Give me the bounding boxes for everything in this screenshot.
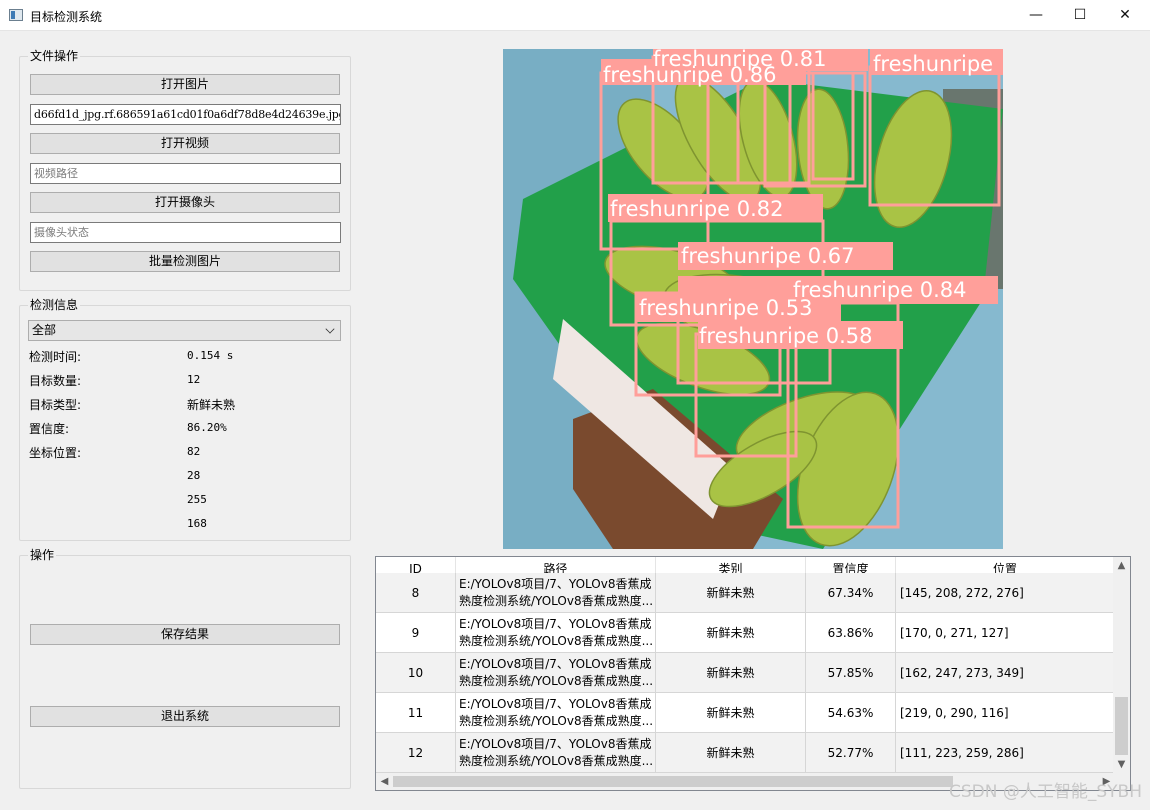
coord-ymax: 168 <box>187 517 207 530</box>
target-type-label: 目标类型: <box>29 398 82 412</box>
batch-detect-button[interactable]: 批量检测图片 <box>30 251 340 272</box>
scroll-up-icon[interactable]: ▲ <box>1113 557 1130 574</box>
cell-class: 新鲜未熟 <box>656 573 806 613</box>
cell-class: 新鲜未熟 <box>656 733 806 773</box>
horizontal-scroll-thumb[interactable] <box>393 776 953 787</box>
cell-confidence: 67.34% <box>806 573 896 613</box>
detect-time-value: 0.154 s <box>187 349 234 362</box>
vertical-scrollbar[interactable]: ▲ ▼ <box>1113 557 1130 773</box>
app-icon <box>9 9 23 21</box>
cell-path-line1: E:/YOLOv8项目/7、YOLOv8香蕉成 <box>459 697 652 711</box>
coord-xmax: 255 <box>187 493 207 506</box>
cell-confidence: 52.77% <box>806 733 896 773</box>
cell-id: 12 <box>376 733 456 773</box>
cell-path-line1: E:/YOLOv8项目/7、YOLOv8香蕉成 <box>459 737 652 751</box>
cell-confidence: 57.85% <box>806 653 896 693</box>
cell-class: 新鲜未熟 <box>656 653 806 693</box>
cell-position: [111, 223, 259, 286] <box>896 733 1115 773</box>
vertical-scroll-thumb[interactable] <box>1115 697 1128 755</box>
detection-image-canvas: freshunripe 0.86 freshunripe 0.81 freshu… <box>503 49 1003 549</box>
coord-xmin: 82 <box>187 445 201 458</box>
label-text-6: freshunripe 0.84 <box>793 278 967 302</box>
cell-path: E:/YOLOv8项目/7、YOLOv8香蕉成 熟度检测系统/YOLOv8香蕉成… <box>456 733 656 773</box>
cell-position: [145, 208, 272, 276] <box>896 573 1115 613</box>
watermark: CSDN @人工智能_SYBH <box>949 782 1142 802</box>
label-text-5: freshunripe 0.67 <box>681 244 855 268</box>
table-row[interactable]: 11 E:/YOLOv8项目/7、YOLOv8香蕉成 熟度检测系统/YOLOv8… <box>376 693 1115 733</box>
detect-time-label: 检测时间: <box>29 350 82 364</box>
window-title: 目标检测系统 <box>30 10 103 24</box>
cell-path: E:/YOLOv8项目/7、YOLOv8香蕉成 熟度检测系统/YOLOv8香蕉成… <box>456 613 656 653</box>
cell-class: 新鲜未熟 <box>656 613 806 653</box>
video-path-field[interactable]: 视频路径 <box>30 163 341 184</box>
confidence-label: 置信度: <box>29 422 70 436</box>
table-row[interactable]: 9 E:/YOLOv8项目/7、YOLOv8香蕉成 熟度检测系统/YOLOv8香… <box>376 613 1115 653</box>
scroll-down-icon[interactable]: ▼ <box>1113 756 1130 773</box>
operations-title: 操作 <box>28 548 57 562</box>
table-row[interactable]: 10 E:/YOLOv8项目/7、YOLOv8香蕉成 熟度检测系统/YOLOv8… <box>376 653 1115 693</box>
cell-path-line2: 熟度检测系统/YOLOv8香蕉成熟度... <box>459 634 654 648</box>
cell-id: 11 <box>376 693 456 733</box>
cell-path-line2: 熟度检测系统/YOLOv8香蕉成熟度... <box>459 594 654 608</box>
cell-id: 9 <box>376 613 456 653</box>
detect-info-title: 检测信息 <box>28 298 81 312</box>
cell-confidence: 54.63% <box>806 693 896 733</box>
open-video-button[interactable]: 打开视频 <box>30 133 340 154</box>
title-bar: 目标检测系统 — ☐ ✕ <box>0 0 1150 31</box>
label-text-2: freshunripe 0.81 <box>653 49 827 71</box>
label-text-8: freshunripe 0.58 <box>699 324 873 348</box>
coord-label: 坐标位置: <box>29 446 82 460</box>
cell-path-line1: E:/YOLOv8项目/7、YOLOv8香蕉成 <box>459 577 652 591</box>
label-text-7: freshunripe 0.53 <box>639 296 813 320</box>
target-count-label: 目标数量: <box>29 374 82 388</box>
cell-path-line2: 熟度检测系统/YOLOv8香蕉成熟度... <box>459 674 654 688</box>
results-table[interactable]: ID 路径 类别 置信度 位置 8 E:/YOLOv8项目/7、YOLOv8香蕉… <box>375 556 1131 791</box>
cell-path-line2: 熟度检测系统/YOLOv8香蕉成熟度... <box>459 714 654 728</box>
cell-path: E:/YOLOv8项目/7、YOLOv8香蕉成 熟度检测系统/YOLOv8香蕉成… <box>456 653 656 693</box>
confidence-value: 86.20% <box>187 421 227 434</box>
image-path-field[interactable]: d66fd1d_jpg.rf.686591a61cd01f0a6df78d8e4… <box>30 104 341 125</box>
cell-class: 新鲜未熟 <box>656 693 806 733</box>
label-text-4: freshunripe 0.82 <box>610 197 784 221</box>
cell-id: 10 <box>376 653 456 693</box>
cell-id: 8 <box>376 573 456 613</box>
minimize-button[interactable]: — <box>1013 0 1059 31</box>
cell-path: E:/YOLOv8项目/7、YOLOv8香蕉成 熟度检测系统/YOLOv8香蕉成… <box>456 573 656 613</box>
cell-position: [162, 247, 273, 349] <box>896 653 1115 693</box>
class-filter-value: 全部 <box>32 323 57 337</box>
open-image-button[interactable]: 打开图片 <box>30 74 340 95</box>
table-row[interactable]: 8 E:/YOLOv8项目/7、YOLOv8香蕉成 熟度检测系统/YOLOv8香… <box>376 573 1115 613</box>
cell-confidence: 63.86% <box>806 613 896 653</box>
camera-status-field[interactable]: 摄像头状态 <box>30 222 341 243</box>
exit-system-button[interactable]: 退出系统 <box>30 706 340 727</box>
maximize-button[interactable]: ☐ <box>1057 0 1103 31</box>
open-camera-button[interactable]: 打开摄像头 <box>30 192 340 213</box>
operations-group: 操作 <box>19 548 351 789</box>
detection-image: freshunripe 0.86 freshunripe 0.81 freshu… <box>503 49 1003 549</box>
coord-ymin: 28 <box>187 469 201 482</box>
cell-path-line2: 熟度检测系统/YOLOv8香蕉成熟度... <box>459 754 654 768</box>
cell-path-line1: E:/YOLOv8项目/7、YOLOv8香蕉成 <box>459 657 652 671</box>
label-text-3: freshunripe <box>873 52 993 76</box>
target-count-value: 12 <box>187 373 201 386</box>
chevron-down-icon <box>325 324 335 334</box>
class-filter-select[interactable]: 全部 <box>28 320 341 341</box>
cell-path: E:/YOLOv8项目/7、YOLOv8香蕉成 熟度检测系统/YOLOv8香蕉成… <box>456 693 656 733</box>
scroll-left-icon[interactable]: ◀ <box>376 773 393 790</box>
cell-path-line1: E:/YOLOv8项目/7、YOLOv8香蕉成 <box>459 617 652 631</box>
table-row[interactable]: 12 E:/YOLOv8项目/7、YOLOv8香蕉成 熟度检测系统/YOLOv8… <box>376 733 1115 773</box>
close-button[interactable]: ✕ <box>1102 0 1148 31</box>
cell-position: [219, 0, 290, 116] <box>896 693 1115 733</box>
file-ops-title: 文件操作 <box>28 49 81 63</box>
save-result-button[interactable]: 保存结果 <box>30 624 340 645</box>
cell-position: [170, 0, 271, 127] <box>896 613 1115 653</box>
target-type-value: 新鲜未熟 <box>187 398 236 412</box>
